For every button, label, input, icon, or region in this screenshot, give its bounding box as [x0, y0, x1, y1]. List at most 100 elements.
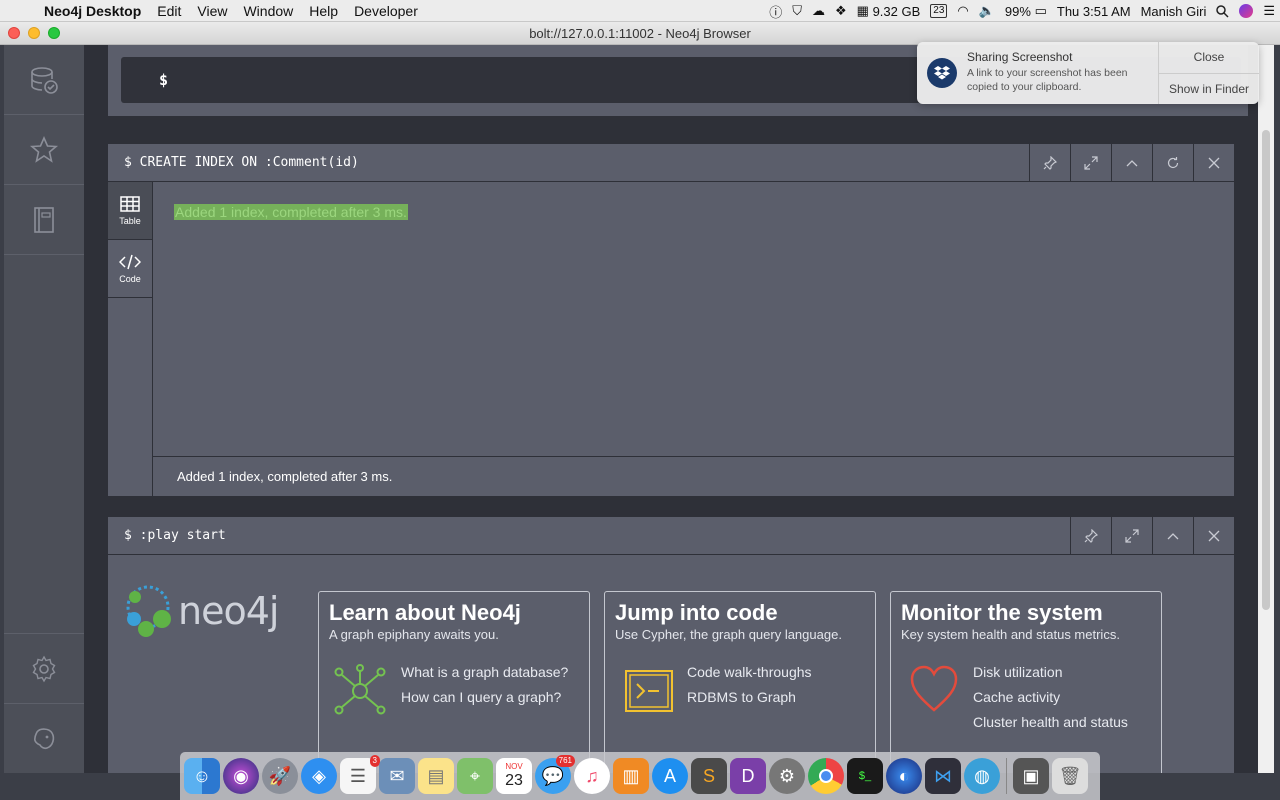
menu-help[interactable]: Help	[301, 3, 346, 19]
wifi-icon[interactable]: ◠	[952, 3, 973, 19]
notification-title: Sharing Screenshot	[967, 50, 1073, 64]
calendar-icon[interactable]: NOV 23	[496, 758, 532, 794]
nav-about[interactable]	[4, 703, 84, 773]
mail-icon[interactable]: ✉	[379, 758, 415, 794]
chevron-up-icon	[1126, 160, 1138, 167]
link-cluster-health[interactable]: Cluster health and status	[973, 712, 1153, 732]
fullscreen-button[interactable]	[1111, 517, 1152, 555]
link-disk-utilization[interactable]: Disk utilization	[973, 662, 1153, 682]
menu-edit[interactable]: Edit	[149, 3, 189, 19]
calendar-date: 23	[505, 772, 523, 789]
zoom-window-button[interactable]	[48, 27, 60, 39]
maps-icon[interactable]: ⌖	[457, 758, 493, 794]
logo-wordmark: neo4j	[178, 589, 279, 633]
result-frame-play-start: $ :play start neo4j Learn about Neo4j A …	[108, 517, 1234, 773]
user-name[interactable]: Manish Giri	[1136, 4, 1212, 19]
trash-icon[interactable]: 🗑	[1052, 758, 1088, 794]
volume-icon[interactable]: 🔈	[974, 3, 1000, 19]
books-icon[interactable]: ▥	[613, 758, 649, 794]
notification-center-icon[interactable]: ☰	[1258, 3, 1280, 19]
close-frame-button[interactable]	[1193, 517, 1234, 555]
refresh-icon	[1167, 157, 1179, 169]
close-window-button[interactable]	[8, 27, 20, 39]
link-rdbms-to-graph[interactable]: RDBMS to Graph	[687, 687, 867, 707]
card-title: Learn about Neo4j	[329, 600, 521, 625]
frame-command[interactable]: $ CREATE INDEX ON :Comment(id)	[124, 144, 359, 182]
link-code-walkthroughs[interactable]: Code walk-throughs	[687, 662, 867, 682]
siri-icon[interactable]	[1234, 4, 1258, 18]
nav-favorites[interactable]	[4, 115, 84, 185]
dropbox-notification: Sharing Screenshot A link to your screen…	[917, 42, 1259, 104]
dash-icon[interactable]: D	[730, 758, 766, 794]
downloads-stack-icon[interactable]: ▣	[1013, 758, 1049, 794]
neo4j-desktop-icon[interactable]: ◍	[964, 758, 1000, 794]
neo4j-face-icon	[34, 727, 55, 749]
pin-button[interactable]	[1029, 144, 1070, 182]
status-message: Added 1 index, completed after 3 ms.	[177, 469, 393, 484]
vscode-icon[interactable]: ⋈	[925, 758, 961, 794]
frame-header: $ :play start	[108, 517, 1234, 555]
safari-icon[interactable]: ◈	[301, 758, 337, 794]
battery-value: 99%	[1004, 3, 1031, 19]
dock-separator	[1006, 758, 1007, 794]
system-preferences-icon[interactable]: ⚙	[769, 758, 805, 794]
firefox-icon[interactable]: ◐	[886, 758, 922, 794]
link-cache-activity[interactable]: Cache activity	[973, 687, 1153, 707]
tab-table[interactable]: Table	[108, 182, 152, 240]
notification-body: A link to your screenshot has been copie…	[967, 67, 1128, 93]
fullscreen-button[interactable]	[1070, 144, 1111, 182]
reminders-icon[interactable]: ☰ 3	[340, 755, 380, 794]
sublime-text-icon[interactable]: S	[691, 758, 727, 794]
chrome-icon[interactable]	[808, 758, 844, 794]
neo4j-graph-logo-icon	[126, 585, 171, 637]
terminal-dock-icon[interactable]: $_	[847, 758, 883, 794]
link-query-graph[interactable]: How can I query a graph?	[401, 687, 581, 707]
spotlight-search-icon[interactable]	[1211, 4, 1234, 18]
clock[interactable]: Thu 3:51 AM	[1052, 4, 1136, 19]
nav-settings[interactable]	[4, 633, 84, 703]
messages-icon[interactable]: 💬 761	[535, 755, 575, 794]
rerun-button[interactable]	[1152, 144, 1193, 182]
result-view-tabs: Table Code	[108, 182, 153, 496]
menu-window[interactable]: Window	[235, 3, 301, 19]
menu-view[interactable]: View	[189, 3, 235, 19]
cloud-icon[interactable]: ☁	[807, 3, 830, 19]
notes-icon[interactable]: ▤	[418, 758, 454, 794]
antivirus-icon[interactable]: ⛉	[787, 3, 807, 19]
card-monitor: Monitor the system Key system health and…	[890, 591, 1162, 773]
tab-code[interactable]: Code	[108, 240, 152, 298]
collapse-button[interactable]	[1152, 517, 1193, 555]
launchpad-icon[interactable]: 🚀	[262, 758, 298, 794]
calendar-month: NOV	[505, 762, 523, 771]
status-exclaim-icon[interactable]: ⓘ	[764, 2, 787, 21]
notification-close-button[interactable]: Close	[1159, 42, 1259, 73]
window-title: bolt://127.0.0.1:11002 - Neo4j Browser	[529, 26, 751, 41]
card-subtitle: Use Cypher, the graph query language.	[615, 627, 842, 642]
vertical-scrollbar[interactable]	[1262, 130, 1270, 610]
menu-app-name[interactable]: Neo4j Desktop	[40, 3, 149, 19]
minimize-window-button[interactable]	[28, 27, 40, 39]
link-what-is-graph[interactable]: What is a graph database?	[401, 662, 581, 682]
finder-icon[interactable]: ☺	[184, 758, 220, 794]
close-frame-button[interactable]	[1193, 144, 1234, 182]
gear-icon	[32, 655, 56, 682]
expand-icon	[1084, 156, 1098, 170]
menu-developer[interactable]: Developer	[346, 3, 426, 19]
battery-status[interactable]: 99% ▭	[1000, 3, 1052, 19]
nav-database[interactable]	[4, 45, 84, 115]
calendar-day: 23	[930, 4, 948, 18]
calendar-status[interactable]: 23	[925, 4, 952, 18]
frame-command[interactable]: $ :play start	[124, 517, 226, 555]
show-in-finder-button[interactable]: Show in Finder	[1159, 72, 1259, 105]
book-icon	[34, 206, 54, 233]
nav-documents[interactable]	[4, 185, 84, 255]
collapse-button[interactable]	[1111, 144, 1152, 182]
pin-button[interactable]	[1070, 517, 1111, 555]
memory-status[interactable]: ▦ 9.32 GB	[852, 3, 926, 19]
app-store-icon[interactable]: A	[652, 758, 688, 794]
card-title: Monitor the system	[901, 600, 1103, 625]
music-icon[interactable]: ♫	[574, 758, 610, 794]
dropbox-icon[interactable]: ❖	[830, 3, 852, 19]
graph-nodes-icon	[333, 664, 387, 723]
siri-dock-icon[interactable]: ◉	[223, 758, 259, 794]
